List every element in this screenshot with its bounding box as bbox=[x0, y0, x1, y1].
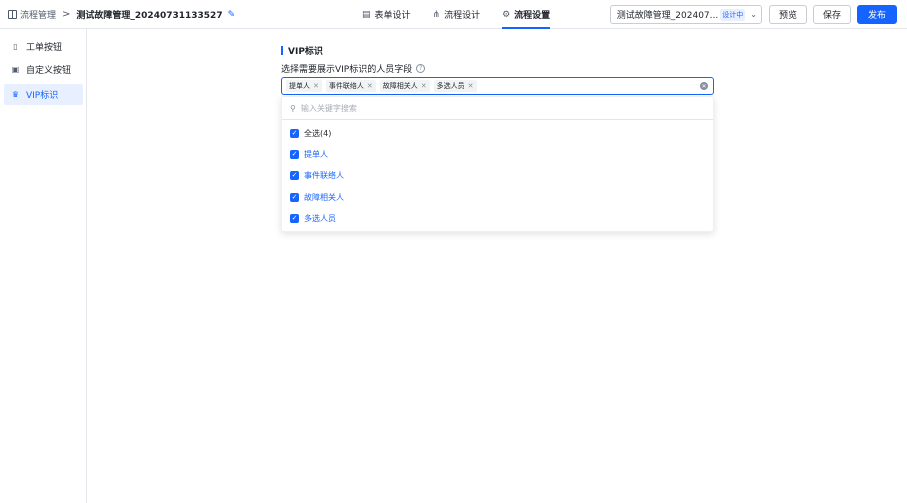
chip-label: 多选人员 bbox=[436, 82, 465, 90]
flow-icon: ⋔ bbox=[432, 9, 441, 20]
list-item[interactable]: ✓ 提单人 bbox=[290, 147, 328, 161]
help-icon[interactable]: ? bbox=[416, 64, 426, 73]
checkbox-checked-icon[interactable]: ✓ bbox=[290, 170, 299, 180]
crown-icon: ♛ bbox=[11, 90, 20, 99]
save-button[interactable]: 保存 bbox=[812, 5, 851, 24]
sidebar-item-ticket-buttons[interactable]: ▯ 工单按钮 bbox=[4, 36, 83, 57]
document-icon: ▯ bbox=[13, 42, 18, 51]
list-item[interactable]: ✓ 多选人员 bbox=[290, 211, 336, 225]
sidebar-item-custom-buttons[interactable]: ▣ 自定义按钮 bbox=[4, 59, 83, 80]
sidebar-item-label: 自定义按钮 bbox=[26, 66, 72, 76]
version-select[interactable]: 测试故障管理_202407... 设计中 ⌄ bbox=[609, 5, 762, 24]
selected-chip: 故障相关人 ✕ bbox=[379, 80, 430, 92]
selected-chip: 提单人 ✕ bbox=[286, 80, 322, 92]
tab-label: 流程设置 bbox=[514, 11, 551, 21]
selected-chip: 事件联络人 ✕ bbox=[325, 80, 376, 92]
header-actions: 测试故障管理_202407... 设计中 ⌄ 预览 保存 发布 bbox=[609, 5, 897, 24]
dropdown-search: ⚲ bbox=[282, 97, 713, 120]
list-item[interactable]: ✓ 事件联络人 bbox=[290, 168, 344, 182]
checkbox-checked-icon[interactable]: ✓ bbox=[290, 149, 299, 159]
tab-label: 流程设计 bbox=[444, 11, 481, 21]
options-dropdown: ⚲ ✓ 全选(4) ✓ 提单人 ✓ 事件联络人 ✓ 故障相关人 ✓ 多选人员 bbox=[281, 96, 714, 232]
chip-label: 事件联络人 bbox=[328, 82, 364, 90]
breadcrumb-root[interactable]: 流程管理 bbox=[20, 8, 56, 21]
form-icon: ▤ bbox=[362, 9, 371, 20]
breadcrumb-separator: > bbox=[62, 9, 71, 20]
tab-form-design[interactable]: ▤ 表单设计 bbox=[362, 0, 411, 29]
sidebar-item-label: VIP标识 bbox=[26, 91, 59, 101]
close-icon[interactable]: ✕ bbox=[367, 82, 373, 90]
chip-label: 故障相关人 bbox=[382, 82, 418, 90]
section-title-text: VIP标识 bbox=[288, 47, 323, 57]
checkbox-checked-icon[interactable]: ✓ bbox=[290, 213, 299, 223]
settings-icon: ⚙ bbox=[502, 9, 511, 20]
checkbox-checked-icon[interactable]: ✓ bbox=[290, 128, 299, 138]
tab-flow-design[interactable]: ⋔ 流程设计 bbox=[433, 0, 481, 29]
app-grid-icon bbox=[8, 10, 17, 19]
person-field-multiselect[interactable]: 提单人 ✕ 事件联络人 ✕ 故障相关人 ✕ 多选人员 ✕ ✕ bbox=[281, 77, 714, 95]
search-input[interactable] bbox=[300, 103, 681, 113]
field-label: 选择需要展示VIP标识的人员字段 ? bbox=[281, 62, 426, 75]
list-item[interactable]: ✓ 故障相关人 bbox=[290, 190, 344, 204]
option-label: 故障相关人 bbox=[304, 192, 344, 202]
field-label-text: 选择需要展示VIP标识的人员字段 bbox=[281, 65, 413, 75]
custom-button-icon: ▣ bbox=[11, 65, 20, 74]
status-badge: 设计中 bbox=[720, 8, 746, 21]
tab-label: 表单设计 bbox=[374, 11, 411, 21]
option-label: 多选人员 bbox=[304, 213, 336, 223]
sidebar: ▯ 工单按钮 ▣ 自定义按钮 ♛ VIP标识 bbox=[0, 29, 87, 503]
search-icon: ⚲ bbox=[290, 103, 296, 113]
selected-chip: 多选人员 ✕ bbox=[433, 80, 477, 92]
sidebar-item-label: 工单按钮 bbox=[26, 43, 63, 53]
page-title: 测试故障管理_20240731133527 bbox=[76, 11, 223, 21]
close-icon[interactable]: ✕ bbox=[421, 82, 427, 90]
option-label: 全选(4) bbox=[304, 128, 332, 138]
section-title: VIP标识 bbox=[281, 44, 323, 57]
top-bar: 流程管理 > 测试故障管理_20240731133527 ✎ ▤ 表单设计 ⋔ … bbox=[0, 0, 907, 29]
checkbox-checked-icon[interactable]: ✓ bbox=[290, 192, 299, 202]
option-label: 提单人 bbox=[304, 149, 328, 159]
close-icon[interactable]: ✕ bbox=[313, 82, 319, 90]
sidebar-item-vip[interactable]: ♛ VIP标识 bbox=[4, 84, 83, 105]
edit-title-icon[interactable]: ✎ bbox=[228, 10, 236, 20]
breadcrumb: 流程管理 > 测试故障管理_20240731133527 ✎ bbox=[8, 8, 235, 21]
clear-icon[interactable]: ✕ bbox=[700, 82, 708, 90]
version-label: 测试故障管理_202407... bbox=[616, 11, 719, 21]
publish-button[interactable]: 发布 bbox=[856, 5, 897, 24]
option-label: 事件联络人 bbox=[304, 170, 344, 180]
chip-label: 提单人 bbox=[289, 82, 310, 90]
chevron-down-icon: ⌄ bbox=[750, 10, 757, 19]
close-icon[interactable]: ✕ bbox=[468, 82, 474, 90]
tab-bar: ▤ 表单设计 ⋔ 流程设计 ⚙ 流程设置 bbox=[362, 0, 572, 29]
tab-flow-settings[interactable]: ⚙ 流程设置 bbox=[502, 0, 551, 29]
select-all-option[interactable]: ✓ 全选(4) bbox=[290, 126, 331, 140]
preview-button[interactable]: 预览 bbox=[768, 5, 807, 24]
